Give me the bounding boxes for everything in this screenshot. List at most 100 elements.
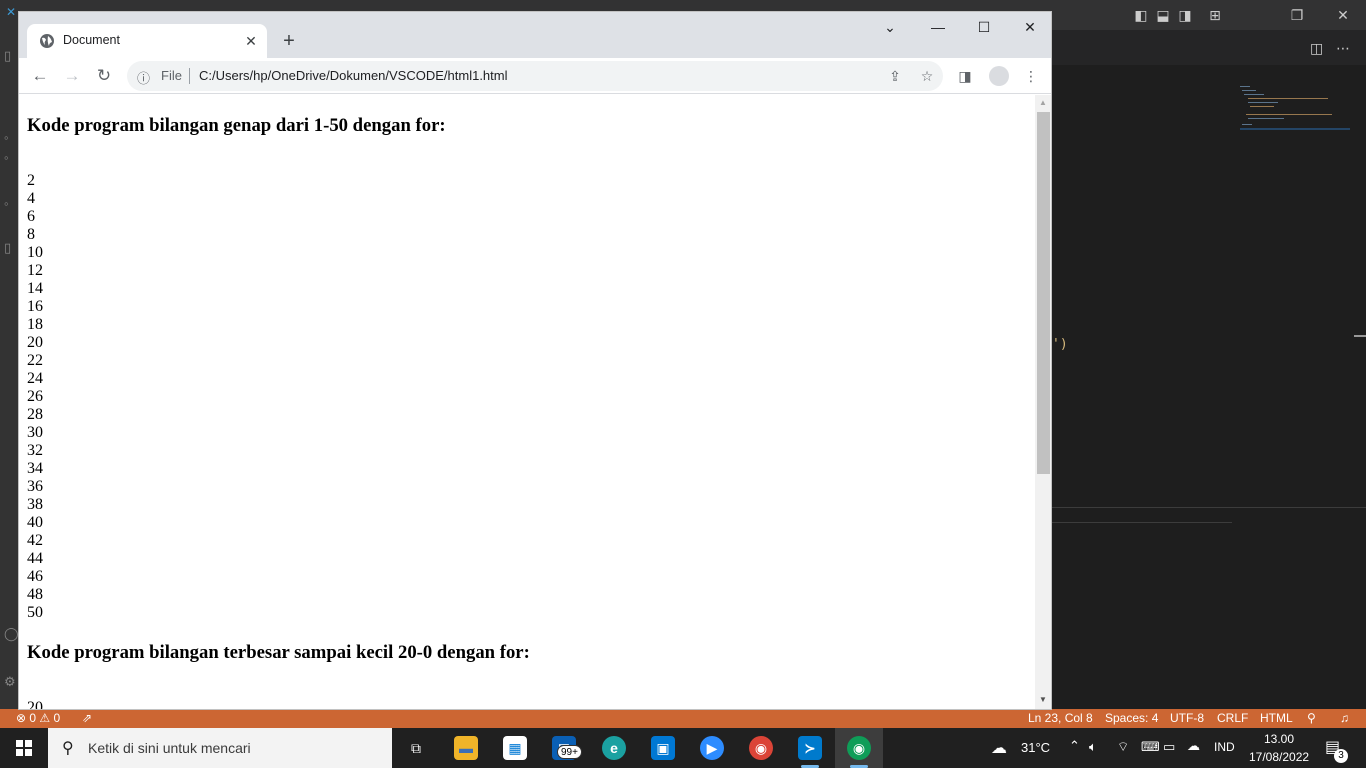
edge-app[interactable]: e: [590, 728, 638, 768]
number-line: 4: [27, 190, 35, 207]
mail-unread-badge: 99+: [557, 745, 582, 759]
number-line: 8: [27, 226, 35, 243]
tab-search-icon[interactable]: ⌄: [867, 12, 913, 42]
explorer-icon[interactable]: ▯: [4, 48, 18, 63]
maximize-button[interactable]: ☐: [961, 12, 1007, 42]
heading-descending-numbers: Kode program bilangan terbesar sampai ke…: [27, 642, 530, 663]
task-view-button[interactable]: ⧉: [392, 728, 440, 768]
more-actions-icon[interactable]: ⋯: [1336, 40, 1350, 57]
search-view-icon[interactable]: ◦: [4, 130, 18, 145]
site-info-icon[interactable]: ⓘ: [137, 68, 153, 86]
onedrive-cloud-icon[interactable]: ☁: [1187, 738, 1200, 754]
close-window-button[interactable]: ✕: [1007, 12, 1051, 42]
menu-kebab-icon[interactable]: ⋮: [1021, 66, 1041, 86]
number-line: 36: [27, 478, 43, 495]
number-line: 38: [27, 496, 43, 513]
minimize-button[interactable]: —: [915, 12, 961, 42]
number-line: 16: [27, 298, 43, 315]
number-line: 32: [27, 442, 43, 459]
battery-icon[interactable]: ▭: [1163, 739, 1175, 755]
microsoft-store-app[interactable]: ▦: [491, 728, 539, 768]
source-control-icon[interactable]: ◦: [4, 150, 18, 165]
reload-icon[interactable]: ↻: [91, 63, 117, 89]
bookmark-star-icon[interactable]: ☆: [917, 66, 937, 86]
show-hidden-icons-icon[interactable]: ⌃: [1069, 738, 1080, 754]
toggle-panel-icon[interactable]: ⬓: [1154, 6, 1172, 24]
toggle-secondary-sidebar-icon[interactable]: ◨: [1176, 6, 1194, 24]
indentation[interactable]: Spaces: 4: [1105, 711, 1158, 725]
number-line: 6: [27, 208, 35, 225]
forward-arrow-icon[interactable]: →: [59, 63, 85, 89]
wifi-icon[interactable]: ⌔: [1117, 739, 1129, 755]
split-editor-icon[interactable]: ◫: [1310, 40, 1323, 57]
start-button[interactable]: [0, 728, 48, 768]
page-scrollbar[interactable]: ▲ ▼: [1035, 95, 1051, 709]
input-language[interactable]: IND: [1214, 740, 1235, 754]
tab-document[interactable]: Document ✕: [27, 24, 267, 58]
back-arrow-icon[interactable]: ←: [27, 63, 53, 89]
profile-avatar-icon[interactable]: [989, 66, 1009, 86]
number-line: 42: [27, 532, 43, 549]
search-icon: ⚲: [62, 740, 74, 757]
taskbar-search[interactable]: ⚲ Ketik di sini untuk mencari: [48, 728, 392, 768]
encoding[interactable]: UTF-8: [1170, 711, 1204, 725]
panel-divider: [1052, 507, 1366, 508]
url-separator: [189, 68, 190, 84]
editor-code-fragment: '): [1052, 337, 1068, 352]
calendar-app[interactable]: ▣: [639, 728, 687, 768]
number-line: 20: [27, 334, 43, 351]
vscode-restore-button[interactable]: ❐: [1274, 0, 1320, 30]
number-line: 24: [27, 370, 43, 387]
url-text[interactable]: C:/Users/hp/OneDrive/Dokumen/VSCODE/html…: [199, 68, 507, 83]
globe-icon: [40, 34, 54, 48]
number-line: 14: [27, 280, 43, 297]
number-line: 30: [27, 424, 43, 441]
address-bar[interactable]: ⓘ File C:/Users/hp/OneDrive/Dokumen/VSCO…: [127, 61, 943, 91]
chrome-app[interactable]: ◉: [835, 728, 883, 768]
file-explorer-app[interactable]: ▬: [442, 728, 490, 768]
windows-taskbar: ⚲ Ketik di sini untuk mencari ⧉ ▬ ▦ ✉ e …: [0, 728, 1366, 768]
end-of-line[interactable]: CRLF: [1217, 711, 1248, 725]
tab-title: Document: [63, 33, 120, 47]
vscode-activity-bar: ▯ ◦ ◦ ◦ ▯ ◯ ⚙: [0, 30, 19, 710]
close-tab-icon[interactable]: ✕: [241, 31, 261, 51]
scrollbar-thumb[interactable]: [1037, 112, 1050, 474]
extensions-icon[interactable]: ▯: [4, 240, 18, 255]
side-panel-icon[interactable]: ◨: [955, 66, 975, 86]
number-line: 10: [27, 244, 43, 261]
feedback-icon[interactable]: ⚲: [1307, 711, 1316, 725]
account-icon[interactable]: ◯: [4, 626, 19, 641]
number-line: 34: [27, 460, 43, 477]
number-line: 2: [27, 172, 35, 189]
weather-cloud-icon[interactable]: ☁: [991, 738, 1007, 758]
language-mode[interactable]: HTML: [1260, 711, 1293, 725]
share-icon[interactable]: ⇪: [885, 66, 905, 86]
new-tab-button[interactable]: +: [277, 29, 301, 53]
cursor-position[interactable]: Ln 23, Col 8: [1028, 711, 1093, 725]
run-debug-icon[interactable]: ◦: [4, 196, 18, 211]
temperature[interactable]: 31°C: [1021, 740, 1050, 755]
vscode-close-button[interactable]: ✕: [1320, 0, 1366, 30]
number-line: 40: [27, 514, 43, 531]
scroll-down-arrow-icon[interactable]: ▼: [1039, 695, 1047, 704]
notifications-bell-icon[interactable]: ♫: [1340, 711, 1349, 725]
number-line: 26: [27, 388, 43, 405]
vscode-app[interactable]: ≻: [786, 728, 834, 768]
scroll-up-arrow-icon[interactable]: ▲: [1039, 98, 1047, 107]
clock-time[interactable]: 13.00: [1264, 732, 1294, 746]
live-share-icon[interactable]: ⇗: [82, 711, 92, 725]
volume-icon[interactable]: 🔈︎: [1089, 739, 1097, 755]
number-line: 28: [27, 406, 43, 423]
number-line: 48: [27, 586, 43, 603]
browser-toolbar: ← → ↻ ⓘ File C:/Users/hp/OneDrive/Dokume…: [19, 58, 1051, 94]
chrome-profile-app[interactable]: ◉: [737, 728, 785, 768]
toggle-primary-sidebar-icon[interactable]: ◧: [1132, 6, 1150, 24]
pen-icon[interactable]: ⌨: [1141, 739, 1160, 755]
panel-divider: [1052, 522, 1232, 523]
manage-gear-icon[interactable]: ⚙: [4, 674, 18, 689]
customize-layout-icon[interactable]: ⊞: [1206, 6, 1224, 24]
clock-date[interactable]: 17/08/2022: [1249, 750, 1309, 764]
problems-indicator[interactable]: ⊗ 0 ⚠ 0: [16, 711, 60, 725]
number-line: 18: [27, 316, 43, 333]
zoom-app[interactable]: ▶: [688, 728, 736, 768]
